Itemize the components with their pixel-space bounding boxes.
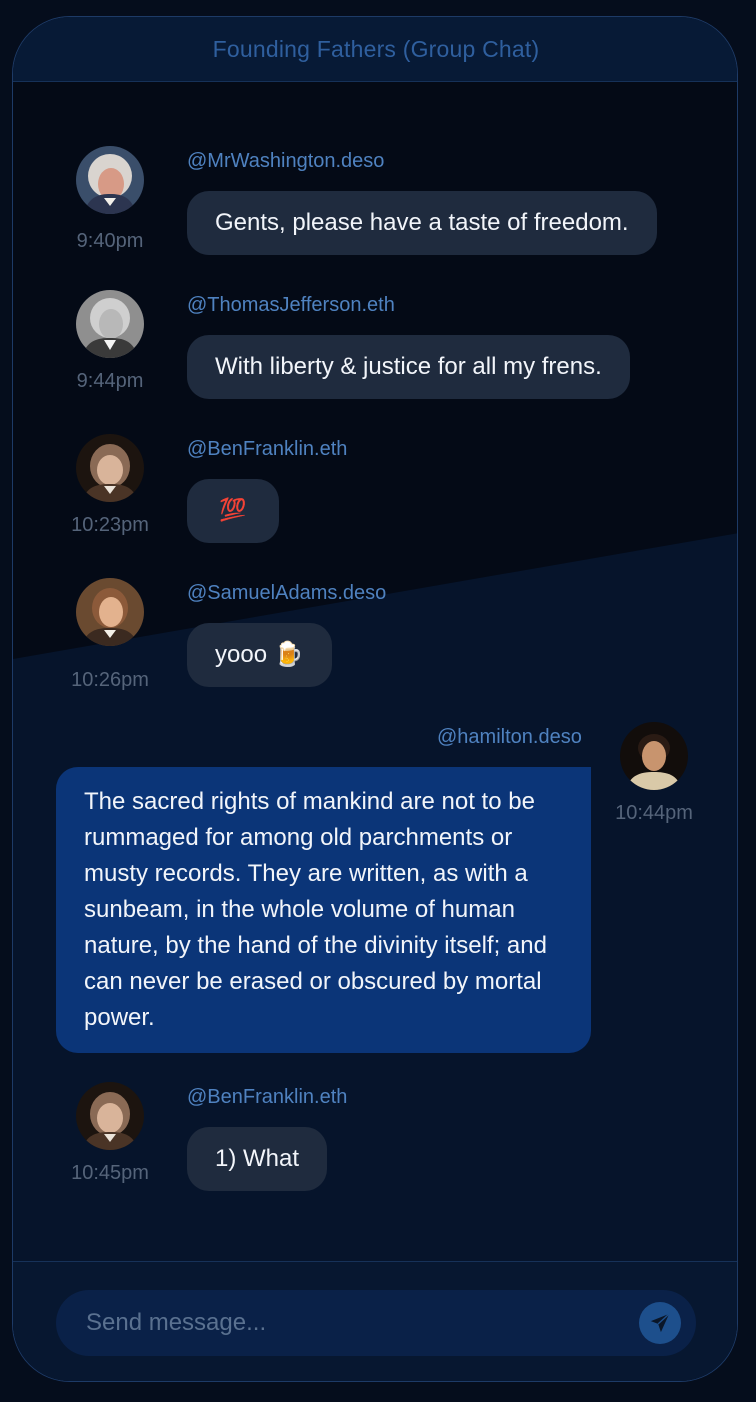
message-bubble: 💯 (187, 479, 279, 543)
message-author[interactable]: @ThomasJefferson.eth (187, 294, 395, 317)
message-author[interactable]: @MrWashington.deso (187, 150, 384, 173)
message-composer (13, 1261, 737, 1381)
avatar-franklin[interactable] (76, 434, 144, 502)
avatar-samuel-adams[interactable] (76, 578, 144, 646)
message-bubble: Gents, please have a taste of freedom. (187, 191, 657, 255)
message-input[interactable] (56, 1290, 616, 1356)
message-list[interactable]: 9:40pm @MrWashington.deso Gents, please … (13, 82, 737, 1260)
paper-plane-icon (650, 1313, 670, 1333)
message-bubble: yooo 🍺 (187, 623, 332, 687)
avatar-washington[interactable] (76, 146, 144, 214)
send-button[interactable] (639, 1302, 681, 1344)
message-author[interactable]: @hamilton.deso (437, 726, 582, 749)
avatar-hamilton[interactable] (620, 722, 688, 790)
message-bubble-own: The sacred rights of mankind are not to … (56, 767, 591, 1053)
chat-header: Founding Fathers (Group Chat) (13, 17, 737, 82)
message-timestamp: 9:40pm (76, 230, 144, 252)
message-bubble: 1) What (187, 1127, 328, 1191)
avatar-franklin[interactable] (76, 1082, 144, 1150)
message-timestamp: 10:44pm (615, 802, 693, 824)
message-author[interactable]: @BenFranklin.eth (187, 1086, 347, 1109)
message-input-container (56, 1290, 696, 1356)
chat-window: Founding Fathers (Group Chat) 9:40pm @Mr… (12, 16, 738, 1382)
message-timestamp: 10:23pm (71, 514, 149, 536)
message-timestamp: 10:26pm (71, 669, 149, 691)
message-timestamp: 9:44pm (76, 370, 144, 392)
avatar-jefferson[interactable] (76, 290, 144, 358)
message-author[interactable]: @SamuelAdams.deso (187, 582, 386, 605)
chat-title: Founding Fathers (Group Chat) (212, 35, 540, 62)
message-author[interactable]: @BenFranklin.eth (187, 438, 347, 461)
message-bubble: With liberty & justice for all my frens. (187, 335, 630, 399)
message-timestamp: 10:45pm (71, 1162, 149, 1184)
